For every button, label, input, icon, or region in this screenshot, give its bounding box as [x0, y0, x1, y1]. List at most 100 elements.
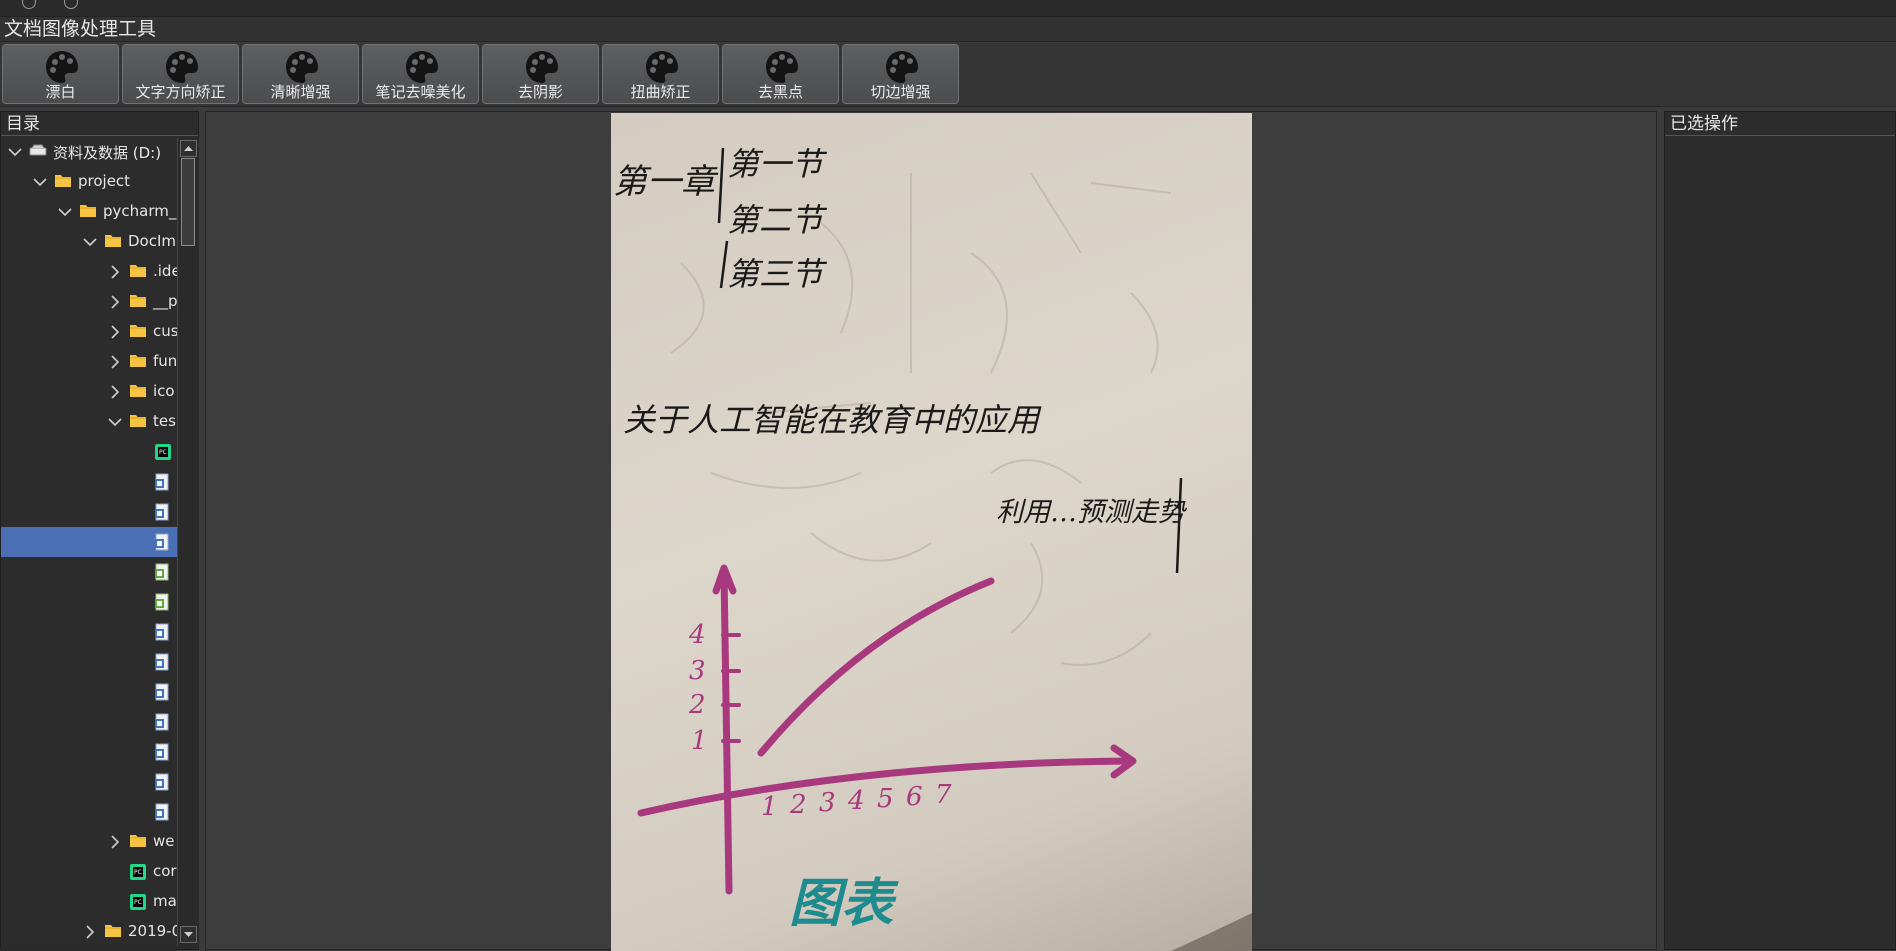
tree-item[interactable]: we [1, 827, 177, 857]
chevron-right-icon[interactable] [107, 294, 123, 310]
tree-item[interactable] [1, 557, 177, 587]
tree-item-label: pycharm_ [103, 202, 177, 220]
tree-item-label: 资料及数据 (D:) [53, 144, 162, 162]
folder-icon [79, 203, 97, 222]
directory-title: 目录 [1, 112, 198, 136]
tree-item[interactable]: ico [1, 377, 177, 407]
toolbar-button-6[interactable]: 扭曲矫正 [602, 44, 719, 104]
tree-item[interactable]: cus [1, 317, 177, 347]
chevron-down-icon[interactable] [7, 144, 23, 160]
tree-item[interactable]: PC ma [1, 887, 177, 917]
selected-operations-panel: 已选操作 [1664, 111, 1896, 950]
scroll-up-button[interactable] [180, 140, 197, 157]
image-file-icon [154, 713, 170, 735]
y-tick-label: 2 [688, 690, 706, 720]
x-tick-label: 7 [935, 780, 952, 810]
tree-item-label: DocIm [128, 232, 177, 250]
tree-item[interactable]: 2019-0 [1, 917, 177, 947]
tree-item[interactable] [1, 497, 177, 527]
green-file-icon [154, 593, 170, 615]
tree-item[interactable]: fun [1, 347, 177, 377]
folder-icon [129, 353, 147, 372]
drive-icon [29, 143, 47, 162]
chevron-down-icon[interactable] [32, 174, 48, 190]
tree-item[interactable] [1, 587, 177, 617]
scroll-thumb[interactable] [181, 158, 195, 246]
chevron-right-icon[interactable] [107, 264, 123, 280]
tree-item[interactable] [1, 527, 177, 557]
chevron-right-icon[interactable] [107, 384, 123, 400]
folder-icon [129, 383, 147, 402]
document-image: 第一章 第一节 第二节 第三节 关于人工智能在教育中的应用 利用…预测走势 43… [611, 113, 1252, 951]
chevron-down-icon[interactable] [107, 414, 123, 430]
tree-item-label: ico [153, 382, 175, 400]
directory-panel: 目录 资料及数据 (D:) project pycharm_ DocIm .ide __p… [0, 111, 199, 951]
image-file-icon [154, 773, 170, 795]
chevron-right-icon[interactable] [107, 834, 123, 850]
tree-item[interactable] [1, 797, 177, 827]
section-2-text: 第二节 [727, 201, 828, 239]
image-file-icon [154, 743, 170, 765]
y-axis [720, 569, 733, 895]
tree-vertical-scrollbar[interactable] [177, 138, 199, 946]
tree-item[interactable] [1, 467, 177, 497]
tree-item[interactable]: PC [1, 437, 177, 467]
toolbar-button-1[interactable]: 漂白 [2, 44, 119, 104]
tree-horizontal-scrollbar[interactable] [1, 946, 177, 951]
toolbar-button-label: 扭曲矫正 [630, 83, 691, 101]
chevron-right-icon[interactable] [107, 324, 123, 340]
x-tick-label: 6 [906, 782, 923, 812]
green-file-icon [154, 563, 170, 585]
chevron-down-icon[interactable] [57, 204, 73, 220]
tree-item[interactable]: 资料及数据 (D:) [1, 137, 177, 167]
tree-item-label: 2019-0 [128, 922, 177, 940]
chevron-right-icon[interactable] [82, 924, 98, 940]
tree-item[interactable]: __p [1, 287, 177, 317]
chevron-right-icon[interactable] [107, 354, 123, 370]
tree-item-label: __p [153, 292, 177, 310]
image-file-icon [154, 683, 170, 705]
tree-item[interactable] [1, 707, 177, 737]
toolbar-button-7[interactable]: 去黑点 [722, 44, 839, 104]
window-top-strip [0, 0, 1896, 17]
image-canvas[interactable]: 第一章 第一节 第二节 第三节 关于人工智能在教育中的应用 利用…预测走势 43… [205, 111, 1657, 951]
folder-icon [129, 323, 147, 342]
tree-item[interactable] [1, 767, 177, 797]
toolbar-button-2[interactable]: 文字方向矫正 [122, 44, 239, 104]
svg-text:PC: PC [134, 899, 142, 906]
folder-icon [129, 413, 147, 432]
y-tick-label: 1 [691, 726, 708, 756]
circle-icon[interactable] [64, 0, 78, 9]
toolbar-button-label: 去黑点 [757, 83, 803, 101]
pycharm-file-icon: PC [154, 443, 172, 465]
trend-line [757, 577, 995, 757]
toolbar-button-3[interactable]: 清晰增强 [242, 44, 359, 104]
tree-item[interactable]: DocIm [1, 227, 177, 257]
toolbar-button-5[interactable]: 去阴影 [482, 44, 599, 104]
tree-item-label: fun [153, 352, 177, 370]
tree-item[interactable]: tes [1, 407, 177, 437]
toolbar-button-8[interactable]: 切边增强 [842, 44, 959, 104]
tree-item[interactable]: pycharm_ [1, 197, 177, 227]
image-file-icon [154, 803, 170, 825]
folder-icon [129, 263, 147, 282]
tree-item[interactable] [1, 677, 177, 707]
scroll-down-button[interactable] [180, 926, 197, 943]
tree-item[interactable] [1, 617, 177, 647]
tree-item[interactable]: project [1, 167, 177, 197]
tree-item[interactable]: PC cor [1, 857, 177, 887]
chevron-down-icon[interactable] [82, 234, 98, 250]
folder-icon [104, 923, 122, 942]
svg-text:PC: PC [134, 869, 142, 876]
tree-item[interactable] [1, 647, 177, 677]
x-tick-label: 5 [877, 784, 894, 814]
tree-item[interactable] [1, 737, 177, 767]
circle-icon[interactable] [22, 0, 36, 9]
folder-icon [54, 173, 72, 192]
tree-item-label: we [153, 832, 175, 850]
tree-item[interactable]: .ide [1, 257, 177, 287]
toolbar-button-4[interactable]: 笔记去噪美化 [362, 44, 479, 104]
toolbar: 漂白 文字方向矫正 清晰增强 笔记去噪美化 去阴影 扭曲矫正 去黑点 切边增强 [0, 43, 1896, 107]
toolbar-button-label: 清晰增强 [270, 83, 331, 101]
selected-operations-title: 已选操作 [1665, 112, 1895, 136]
